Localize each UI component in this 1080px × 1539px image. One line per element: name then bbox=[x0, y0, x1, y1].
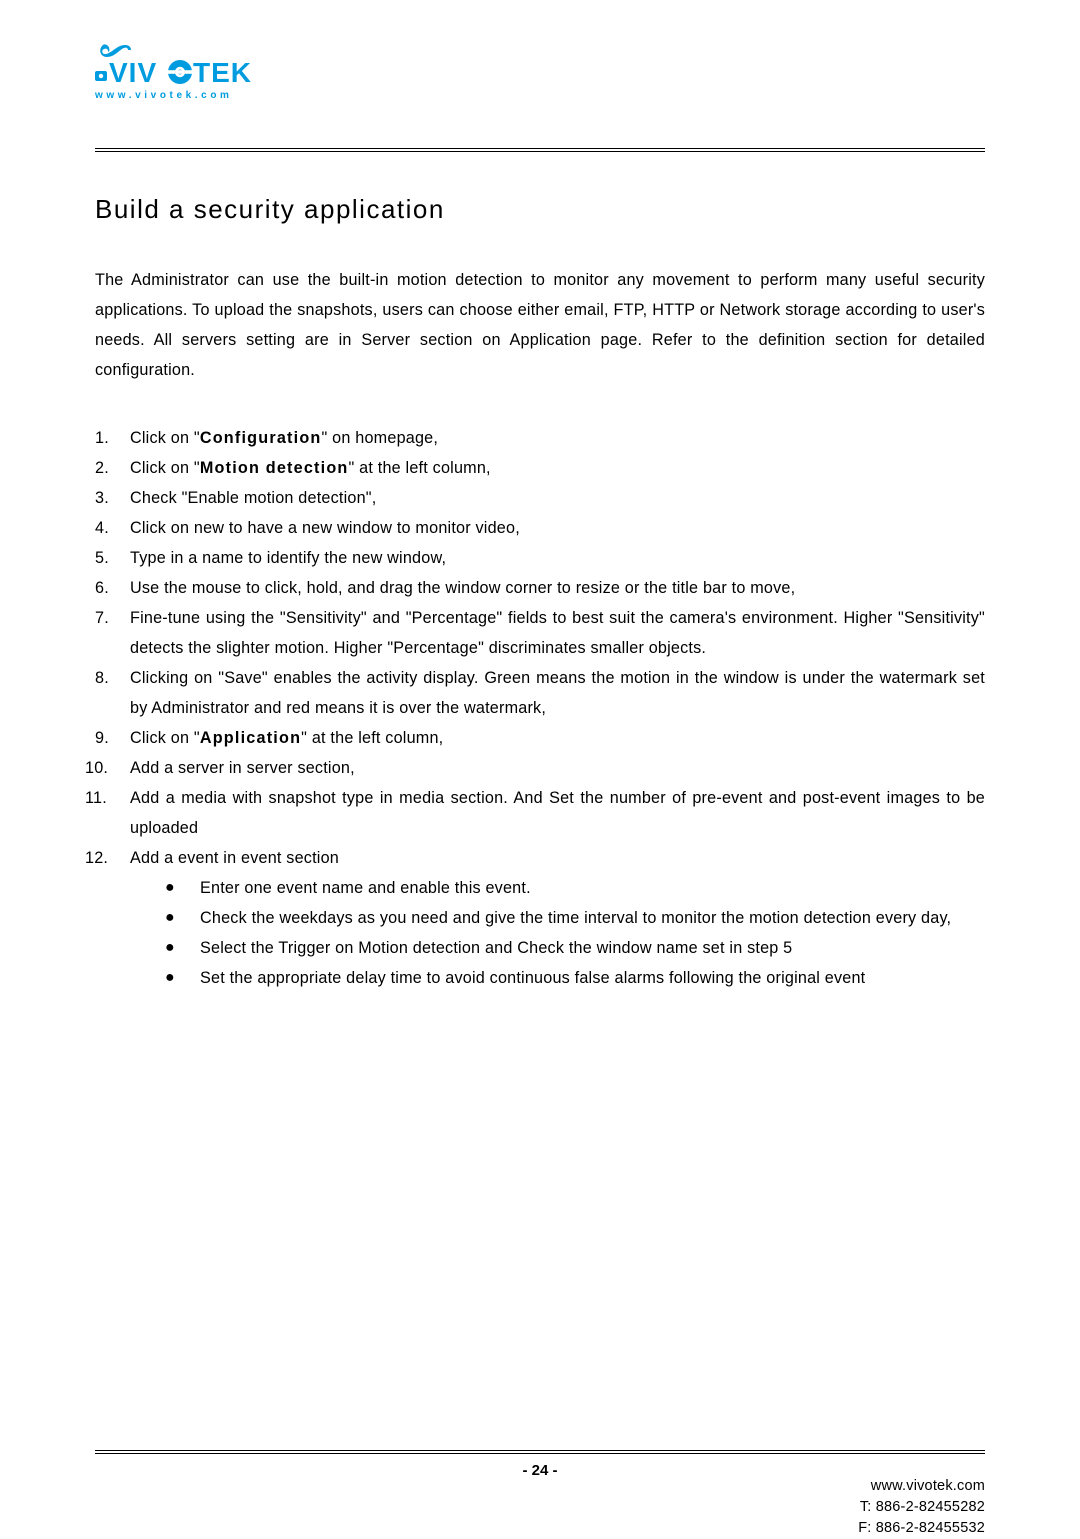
footer-contact: www.vivotek.com T: 886-2-82455282 F: 886… bbox=[858, 1476, 985, 1539]
header-divider bbox=[95, 148, 985, 152]
footer-tel: T: 886-2-82455282 bbox=[858, 1497, 985, 1518]
sub-item: Check the weekdays as you need and give … bbox=[165, 903, 985, 933]
footer-url: www.vivotek.com bbox=[858, 1476, 985, 1497]
sub-list: Enter one event name and enable this eve… bbox=[165, 873, 985, 993]
page-footer: - 24 - www.vivotek.com T: 886-2-82455282… bbox=[95, 1450, 985, 1479]
step-item: Type in a name to identify the new windo… bbox=[95, 543, 985, 573]
bold-term: Motion detection bbox=[200, 459, 349, 477]
sub-item: Enter one event name and enable this eve… bbox=[165, 873, 985, 903]
footer-divider bbox=[95, 1450, 985, 1454]
bold-term: Application bbox=[200, 729, 301, 747]
svg-text:TEK: TEK bbox=[193, 57, 252, 88]
step-item: Add a media with snapshot type in media … bbox=[95, 783, 985, 843]
steps-list: Click on "Configuration" on homepage, Cl… bbox=[95, 423, 985, 993]
page-number: - 24 - bbox=[95, 1462, 985, 1479]
intro-paragraph: The Administrator can use the built-in m… bbox=[95, 265, 985, 385]
bold-term: Configuration bbox=[200, 429, 322, 447]
step-item: Fine-tune using the "Sensitivity" and "P… bbox=[95, 603, 985, 663]
logo-tagline: www.vivotek.com bbox=[95, 90, 233, 101]
page-title: Build a security application bbox=[95, 194, 985, 225]
step-item: Add a server in server section, bbox=[95, 753, 985, 783]
step-item: Click on "Application" at the left colum… bbox=[95, 723, 985, 753]
step-item: Add a event in event section Enter one e… bbox=[95, 843, 985, 993]
step-item: Check "Enable motion detection", bbox=[95, 483, 985, 513]
step-item: Clicking on "Save" enables the activity … bbox=[95, 663, 985, 723]
sub-item: Set the appropriate delay time to avoid … bbox=[165, 963, 985, 993]
svg-text:VIV: VIV bbox=[109, 57, 157, 88]
step-item: Use the mouse to click, hold, and drag t… bbox=[95, 573, 985, 603]
step-item: Click on "Motion detection" at the left … bbox=[95, 453, 985, 483]
step-item: Click on "Configuration" on homepage, bbox=[95, 423, 985, 453]
vivotek-logo: VIV TEK www.vivotek.com bbox=[95, 40, 985, 112]
step-item: Click on new to have a new window to mon… bbox=[95, 513, 985, 543]
sub-item: Select the Trigger on Motion detection a… bbox=[165, 933, 985, 963]
footer-fax: F: 886-2-82455532 bbox=[858, 1518, 985, 1539]
